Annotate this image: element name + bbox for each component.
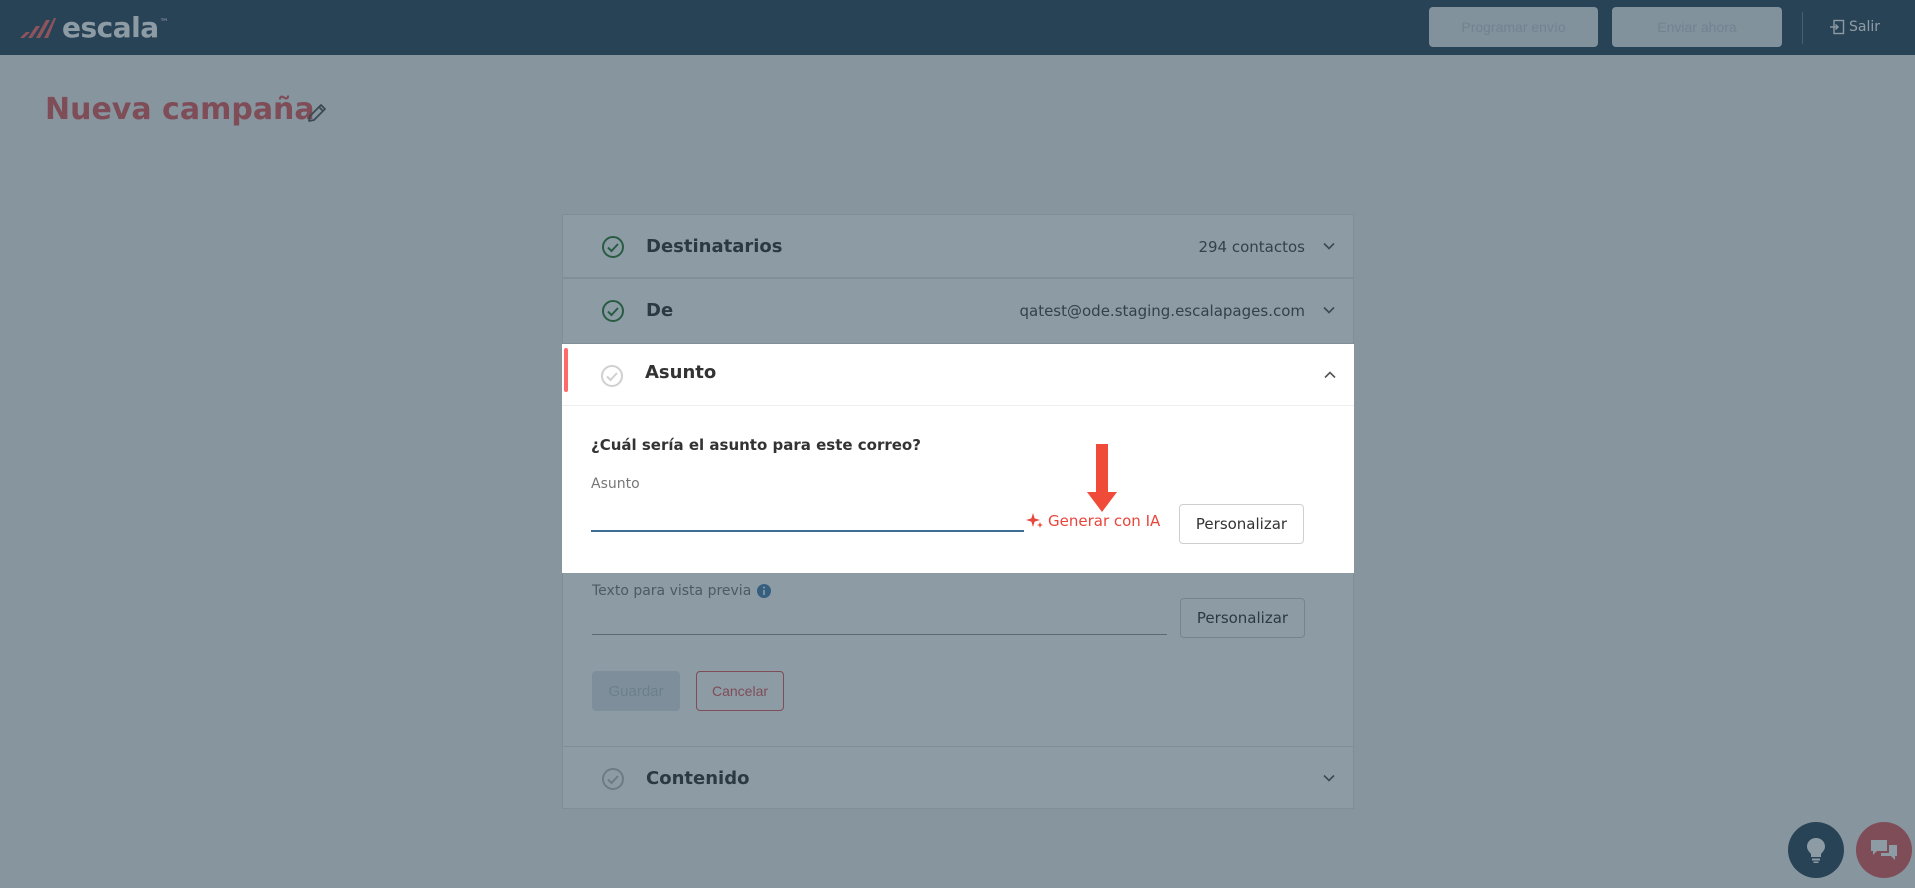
escala-logo[interactable]: escala ™ [18, 14, 169, 42]
pencil-icon[interactable] [306, 102, 328, 124]
logout-link[interactable]: Salir [1829, 17, 1880, 37]
save-button[interactable]: Guardar [592, 671, 680, 711]
subject-question: ¿Cuál sería el asunto para este correo? [591, 436, 921, 454]
cancel-button[interactable]: Cancelar [696, 671, 784, 711]
from-title: De [646, 300, 674, 321]
generate-with-ai-button[interactable]: Generar con IA [1026, 512, 1160, 530]
send-now-button[interactable]: Enviar ahora [1612, 7, 1782, 47]
chat-icon [1871, 840, 1897, 860]
recipients-section[interactable]: Destinatarios 294 contactos [562, 214, 1354, 278]
chat-button[interactable] [1856, 822, 1912, 878]
top-bar: escala ™ Programar envío Enviar ahora Sa… [0, 0, 1915, 55]
logo-bars-icon [20, 18, 56, 38]
chevron-up-icon[interactable] [1324, 370, 1336, 380]
chevron-down-icon[interactable] [1323, 241, 1335, 251]
subject-section[interactable]: Asunto ¿Cuál sería el asunto para este c… [562, 344, 1354, 573]
chevron-down-icon[interactable] [1323, 305, 1335, 315]
recipients-title: Destinatarios [646, 236, 783, 257]
active-section-indicator [564, 348, 568, 392]
page-title: Nueva campaña [45, 92, 315, 127]
header-divider [1802, 12, 1803, 44]
check-circle-outline-icon [602, 768, 624, 790]
subject-title: Asunto [645, 362, 717, 383]
from-email: qatest@ode.staging.escalapages.com [1019, 301, 1305, 320]
generate-with-ai-label: Generar con IA [1048, 512, 1161, 530]
arrow-down-icon [1087, 444, 1117, 512]
check-circle-icon [602, 236, 624, 258]
from-section[interactable]: De qatest@ode.staging.escalapages.com [562, 278, 1354, 344]
logo-text: escala [62, 11, 159, 44]
preview-text-label: Texto para vista previa [592, 583, 772, 599]
check-circle-icon [602, 300, 624, 322]
subject-section-lower: Texto para vista previa Personalizar Gua… [562, 573, 1354, 747]
schedule-send-button[interactable]: Programar envío [1429, 7, 1598, 47]
check-circle-outline-icon [601, 365, 623, 387]
preview-text-label-text: Texto para vista previa [592, 583, 752, 599]
tips-button[interactable] [1788, 822, 1844, 878]
subject-input[interactable] [591, 502, 1024, 532]
logo-trademark: ™ [159, 18, 169, 28]
lightbulb-icon [1807, 838, 1825, 863]
preview-text-input[interactable] [592, 605, 1167, 635]
content-title: Contenido [646, 768, 750, 789]
sparkle-icon [1026, 513, 1043, 528]
logout-label: Salir [1849, 19, 1881, 35]
chevron-down-icon[interactable] [1323, 773, 1335, 783]
personalize-subject-button[interactable]: Personalizar [1179, 504, 1304, 544]
info-icon[interactable] [756, 583, 772, 599]
recipients-count: 294 contactos [1198, 237, 1305, 256]
section-divider [562, 405, 1354, 406]
subject-field-label: Asunto [591, 476, 640, 492]
content-section[interactable]: Contenido [562, 746, 1354, 809]
personalize-preview-button[interactable]: Personalizar [1180, 598, 1305, 638]
logout-icon [1830, 19, 1845, 35]
